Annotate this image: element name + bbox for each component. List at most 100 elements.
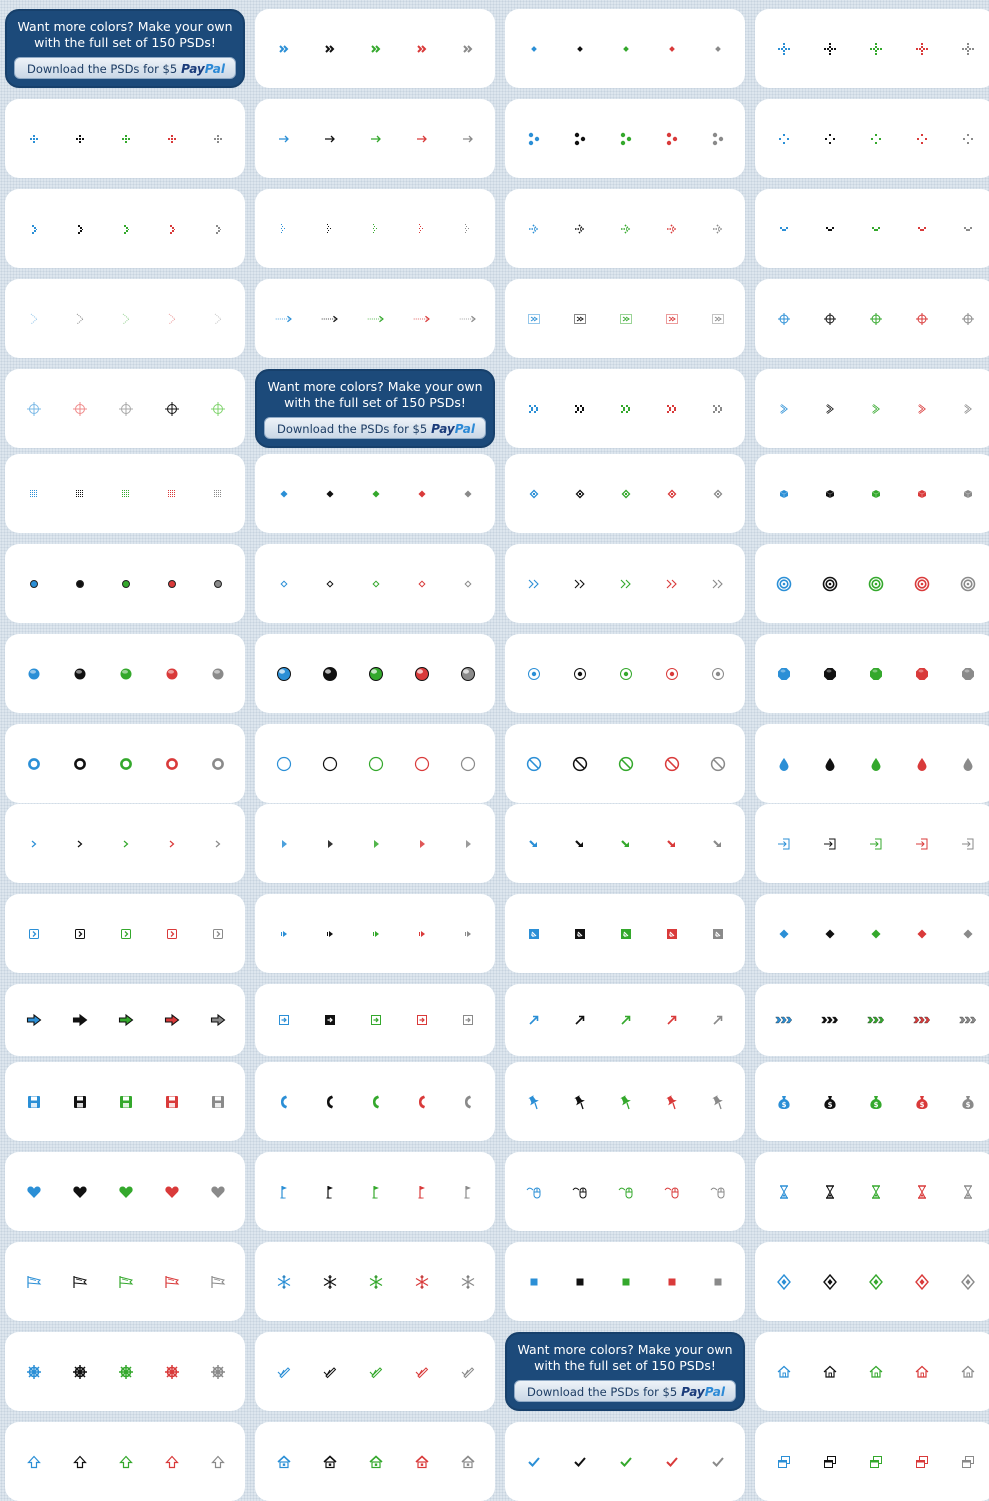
- icon-set-card[interactable]: [755, 189, 989, 268]
- ring-thin-icon: [413, 755, 431, 773]
- icon-set-card[interactable]: [255, 1152, 495, 1231]
- icon-set-card[interactable]: [755, 724, 989, 803]
- icon-set-card[interactable]: [505, 279, 745, 358]
- icon-set-card[interactable]: [5, 544, 245, 623]
- pixel-arrow-right-icon: [71, 220, 89, 238]
- golf-flag-icon: [459, 1183, 477, 1201]
- icon-set-card[interactable]: [755, 544, 989, 623]
- hourglass-icon: [913, 1183, 931, 1201]
- ring-thin-icon: [321, 755, 339, 773]
- icon-set-card[interactable]: [755, 1152, 989, 1231]
- icon-set-card[interactable]: [755, 1422, 989, 1501]
- icon-set-card[interactable]: [255, 634, 495, 713]
- icon-set-card[interactable]: [505, 724, 745, 803]
- box-arrow-icon: [525, 925, 543, 943]
- icon-set-card[interactable]: [755, 99, 989, 178]
- icon-set-card[interactable]: [755, 804, 989, 883]
- icon-set-card[interactable]: [255, 454, 495, 533]
- icon-set-card[interactable]: [755, 9, 989, 88]
- window-copy-icon: [959, 1453, 977, 1471]
- dot-diamond-icon: [525, 40, 543, 58]
- icon-set-card[interactable]: [255, 894, 495, 973]
- icon-set-card[interactable]: [255, 724, 495, 803]
- hourglass-icon: [867, 1183, 885, 1201]
- enter-icon: [959, 835, 977, 853]
- icon-set-card[interactable]: [5, 1422, 245, 1501]
- icon-set-card[interactable]: [5, 369, 245, 448]
- ring-thin-icon: [275, 755, 293, 773]
- icon-set-card[interactable]: [505, 1062, 745, 1141]
- outline-chevron-icon: [959, 400, 977, 418]
- arrow-down-right-icon: [571, 835, 589, 853]
- paypal-logo: PayPal: [431, 422, 475, 436]
- pencil-check-icon: [367, 1363, 385, 1381]
- icon-set-card[interactable]: [505, 984, 745, 1056]
- icon-set-card[interactable]: [255, 279, 495, 358]
- icon-set-card[interactable]: [255, 1422, 495, 1501]
- icon-set-card[interactable]: [505, 9, 745, 88]
- icon-set-card[interactable]: [755, 634, 989, 713]
- icon-set-card[interactable]: [505, 1152, 745, 1231]
- double-chevron-icon: [413, 40, 431, 58]
- icon-set-card[interactable]: [755, 894, 989, 973]
- icon-set-card[interactable]: [755, 279, 989, 358]
- icon-set-card[interactable]: [5, 279, 245, 358]
- dotted-long-arrow-icon: [459, 310, 477, 328]
- arrow-up-right-icon: [525, 1011, 543, 1029]
- icon-set-card[interactable]: [755, 1332, 989, 1411]
- icon-set-card[interactable]: [255, 544, 495, 623]
- icon-sheet: Want more colors? Make your own with the…: [0, 0, 989, 1501]
- download-psds-button[interactable]: Download the PSDs for $5 PayPal: [514, 1380, 736, 1402]
- icon-set-card[interactable]: $ $ $ $ $: [755, 1062, 989, 1141]
- icon-set-card[interactable]: [755, 1242, 989, 1321]
- icon-set-card[interactable]: [255, 9, 495, 88]
- icon-set-card[interactable]: [255, 1332, 495, 1411]
- icon-set-card[interactable]: [5, 1242, 245, 1321]
- icon-set-card[interactable]: [505, 369, 745, 448]
- icon-set-card[interactable]: [505, 454, 745, 533]
- small-diamond-icon: [321, 485, 339, 503]
- heart-icon: [209, 1183, 227, 1201]
- ring-thin-icon: [459, 755, 477, 773]
- radio-dot-icon: [571, 665, 589, 683]
- icon-set-card[interactable]: [5, 454, 245, 533]
- fat-arrow-icon: [117, 1011, 135, 1029]
- icon-set-card[interactable]: [255, 99, 495, 178]
- icon-set-card[interactable]: [5, 894, 245, 973]
- icon-set-card[interactable]: [5, 804, 245, 883]
- icon-set-card[interactable]: [755, 984, 989, 1056]
- download-psds-button[interactable]: Download the PSDs for $5 PayPal: [264, 417, 486, 439]
- icon-set-card[interactable]: [505, 894, 745, 973]
- icon-set-card[interactable]: [505, 99, 745, 178]
- icon-set-card[interactable]: [5, 99, 245, 178]
- icon-set-card[interactable]: [5, 724, 245, 803]
- icon-set-card[interactable]: [755, 369, 989, 448]
- icon-set-card[interactable]: [255, 1062, 495, 1141]
- icon-set-card[interactable]: [755, 454, 989, 533]
- crosshair-small-icon: [867, 310, 885, 328]
- icon-set-card[interactable]: [255, 804, 495, 883]
- icon-set-card[interactable]: [5, 1332, 245, 1411]
- icon-set-card[interactable]: [5, 984, 245, 1056]
- icon-set-card[interactable]: [255, 984, 495, 1056]
- concentric-circle-icon: [867, 575, 885, 593]
- icon-set-card[interactable]: [505, 1242, 745, 1321]
- icon-set-card[interactable]: [505, 1422, 745, 1501]
- icon-set-card[interactable]: [5, 189, 245, 268]
- icon-set-card[interactable]: [505, 189, 745, 268]
- tiny-diamond-icon: [459, 575, 477, 593]
- icon-set-card[interactable]: [505, 634, 745, 713]
- small-diamond-icon: [275, 485, 293, 503]
- icon-set-card[interactable]: [505, 804, 745, 883]
- icon-set-card[interactable]: [5, 1152, 245, 1231]
- icon-set-card[interactable]: [505, 544, 745, 623]
- icon-set-card[interactable]: [5, 634, 245, 713]
- icon-set-card[interactable]: [5, 1062, 245, 1141]
- hourglass-icon: [821, 1183, 839, 1201]
- download-psds-button[interactable]: Download the PSDs for $5 PayPal: [14, 57, 236, 79]
- dotted-square-icon: [117, 485, 135, 503]
- pixel-arrow-right-icon: [163, 220, 181, 238]
- icon-set-card[interactable]: [255, 1242, 495, 1321]
- crosshair-dotted-icon: [821, 40, 839, 58]
- icon-set-card[interactable]: [255, 189, 495, 268]
